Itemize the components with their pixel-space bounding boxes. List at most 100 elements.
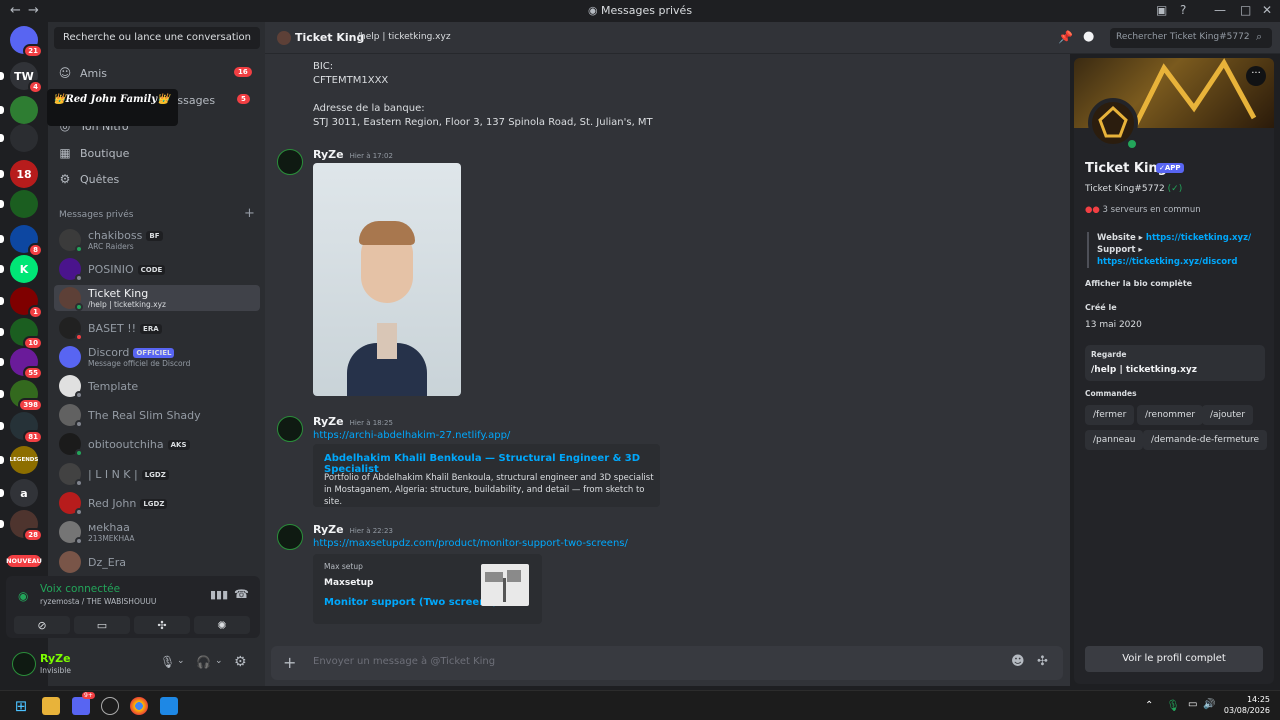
embed-site: Maxsetup [324,578,374,588]
network-icon[interactable]: ▭ [1188,699,1197,710]
server-icon[interactable]: 21 [10,26,43,58]
server-icon[interactable] [10,190,38,218]
server-icon[interactable]: 398 [10,380,43,412]
windows-start-icon[interactable]: ⊞ [12,697,30,715]
message-link[interactable]: https://archi-abdelhakim-27.netlify.app/ [313,430,510,441]
message-avatar[interactable] [277,416,303,442]
app-icon[interactable] [160,697,178,715]
message-avatar[interactable] [277,149,303,175]
server-icon[interactable]: NOUVEAU [6,555,42,567]
user-profile-icon[interactable]: ● [1083,29,1094,44]
discord-taskbar-icon[interactable]: 9+ [72,692,95,715]
command-renommer[interactable]: /renommer [1137,405,1204,425]
minimize-icon[interactable]: — [1214,3,1226,17]
message-author[interactable]: RyZe [313,415,344,428]
bio-website-link[interactable]: https://ticketking.xyz/ [1146,233,1251,243]
create-dm-icon[interactable]: + [244,206,255,221]
message-author[interactable]: RyZe [313,523,344,536]
server-icon[interactable]: TW 4 [10,62,43,94]
message-author[interactable]: RyZe [313,148,344,161]
pin-icon[interactable]: 📌 [1058,30,1073,44]
command-panneau[interactable]: /panneau [1085,430,1144,450]
server-icon[interactable] [10,96,38,124]
search-box[interactable]: Rechercher Ticket King#5772 ⌕ [1110,28,1272,48]
tray-chevron-icon[interactable]: ⌃ [1145,700,1153,711]
user-name[interactable]: RyZe [40,652,71,665]
server-icon[interactable]: 10 [10,318,43,350]
signal-icon[interactable]: ◉ [18,589,28,603]
view-full-profile-button[interactable]: Voir le profil complet [1085,646,1263,672]
command-ajouter[interactable]: /ajouter [1202,405,1254,425]
volume-icon[interactable]: 🔊 [1203,699,1215,710]
search-input[interactable]: Rechercher Ticket King#5772 [1116,32,1250,42]
clock[interactable]: 14:25 03/08/2026 [1220,694,1270,716]
help-icon[interactable]: ? [1180,3,1186,17]
close-icon[interactable]: ✕ [1262,3,1272,17]
headset-icon[interactable]: 🎧 [196,655,211,669]
image-attachment[interactable] [313,163,461,396]
dm-item[interactable]: BASET !! ERA [54,315,260,341]
message-link[interactable]: https://maxsetupdz.com/product/monitor-s… [313,538,628,549]
file-explorer-icon[interactable] [42,697,60,715]
dm-text: chakiboss BF ARC Raiders [88,229,163,251]
embed-thumbnail[interactable] [481,564,529,606]
voice-status[interactable]: Voix connectée [40,583,120,595]
camera-button[interactable]: ⊘ [14,616,70,634]
dm-item[interactable]: The Real Slim Shady [54,402,260,428]
maximize-icon[interactable]: □ [1240,3,1251,17]
user-avatar[interactable] [12,652,36,676]
dm-item[interactable]: Discord OFFICIEL Message officiel de Disco… [54,344,260,370]
screen-share-button[interactable]: ▭ [74,616,130,634]
chrome-icon[interactable] [130,697,148,715]
dm-item[interactable]: | L I N K | LGDZ [54,461,260,487]
dm-item[interactable]: мekhaa 213MEKHAA [54,519,260,545]
noise-suppression-icon[interactable]: ▮▮▮ [210,588,228,601]
find-conversation-button[interactable]: Recherche ou lance une conversation [54,27,260,49]
inbox-icon[interactable]: ▣ [1156,3,1167,17]
add-attachment-icon[interactable]: + [283,653,296,672]
server-icon[interactable]: 1 [10,287,43,319]
chevron-down-icon[interactable]: ⌄ [215,656,223,666]
emoji-icon[interactable]: ☻ [1011,654,1025,669]
message-input[interactable]: Envoyer un message à @Ticket King [313,656,495,667]
more-options-icon[interactable]: ··· [1246,66,1266,86]
voice-channel[interactable]: ryzemosta / THE WABISHOUUU [40,597,156,606]
server-icon[interactable]: 28 [10,510,43,542]
activities-button[interactable]: ✣ [134,616,190,634]
nav-item[interactable]: ☺ Amis [58,66,107,80]
app-icon[interactable] [101,697,119,715]
bio-support-link[interactable]: https://ticketking.xyz/discord [1097,256,1251,268]
server-icon[interactable]: LEGENDS [10,446,38,474]
embed-title[interactable]: Monitor support (Two screens) [324,597,497,608]
mic-icon[interactable]: 🎙 [160,655,175,669]
dm-item[interactable]: POSINIO CODE [54,256,260,282]
server-icon[interactable]: 8 [10,225,43,257]
server-icon[interactable]: 18 [10,160,38,188]
server-icon[interactable]: 81 [10,412,43,444]
dm-item[interactable]: Ticket King/help | ticketking.xyz [54,285,260,311]
apps-icon[interactable]: ✣ [1037,654,1048,669]
server-icon[interactable]: K [10,255,38,283]
message-avatar[interactable] [277,524,303,550]
nav-item[interactable]: ▦ Boutique [58,146,129,160]
dm-item[interactable]: Template [54,373,260,399]
dm-item[interactable]: Red John LGDZ [54,490,260,516]
chevron-down-icon[interactable]: ⌄ [177,656,185,666]
header-name[interactable]: Ticket King [295,31,364,44]
server-icon[interactable] [10,124,38,152]
gear-icon[interactable]: ⚙ [234,654,247,670]
mutual-servers[interactable]: ●● 3 serveurs en commun [1085,205,1201,215]
dm-item[interactable]: Dz_Era [54,549,260,575]
command-demande-de-fermeture[interactable]: /demande-de-fermeture [1143,430,1268,450]
show-full-bio[interactable]: Afficher la bio complète [1085,279,1192,288]
server-icon[interactable]: a [10,479,38,507]
soundboard-button[interactable]: ✺ [194,616,250,634]
server-icon[interactable]: 55 [10,348,43,380]
command-fermer[interactable]: /fermer [1085,405,1135,425]
app-badge: ✓APP [1156,163,1184,173]
mic-tray-icon[interactable]: 🎙 [1166,699,1180,712]
nav-item[interactable]: ⚙ Quêtes [58,172,120,186]
dm-item[interactable]: chakiboss BF ARC Raiders [54,227,260,253]
dm-item[interactable]: obitooutchiha AKS [54,431,260,457]
disconnect-icon[interactable]: ☎ [234,587,249,601]
